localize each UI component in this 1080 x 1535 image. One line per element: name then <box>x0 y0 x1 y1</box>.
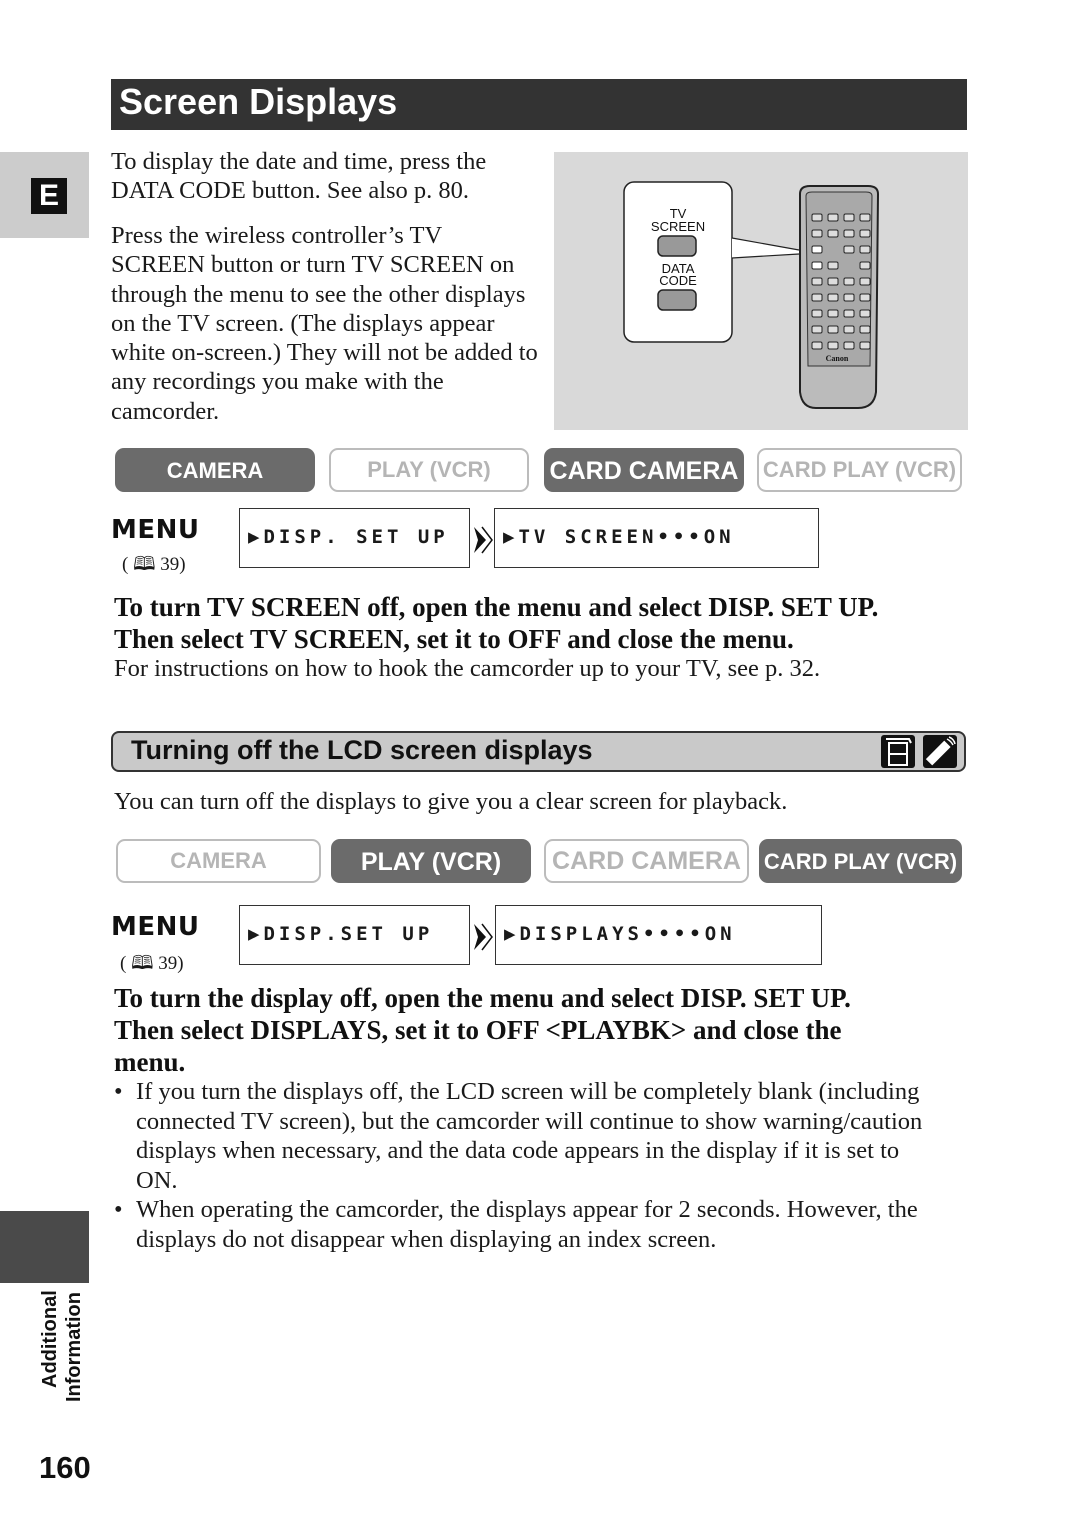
mode-row-2: CAMERA PLAY (VCR) CARD CAMERA CARD PLAY … <box>115 839 963 887</box>
remote-button <box>859 293 871 302</box>
double-chevron-icon <box>474 923 493 951</box>
remote-button <box>843 277 855 286</box>
mode-row-1: CAMERA PLAY (VCR) CARD CAMERA CARD PLAY … <box>115 448 963 496</box>
note-item: If you turn the displays off, the LCD sc… <box>114 1077 934 1195</box>
remote-button <box>859 245 871 254</box>
book-icon: 🕮 <box>133 554 156 575</box>
page-title: Screen Displays <box>119 81 398 122</box>
remote-button <box>811 309 823 318</box>
remote-button <box>827 325 839 334</box>
mode-camera: CAMERA <box>115 448 315 492</box>
remote-button <box>827 261 839 270</box>
menu-page-ref: ( 🕮 39) <box>122 554 186 575</box>
instruction-tv-screen-off: To turn TV SCREEN off, open the menu and… <box>114 592 879 654</box>
remote-button <box>843 229 855 238</box>
remote-button <box>859 277 871 286</box>
mode-card-camera: CARD CAMERA <box>544 448 744 492</box>
menu-step-displays: ▶DISPLAYS••••ON <box>495 905 822 965</box>
intro-paragraph-2: Press the wireless controller’s TV SCREE… <box>111 222 538 425</box>
chapter-label: Additional Information <box>36 1290 92 1405</box>
mode-play-vcr: PLAY (VCR) <box>331 839 531 883</box>
chapter-label-line1: Additional <box>39 1290 61 1388</box>
remote-button <box>811 341 823 350</box>
language-tab-label: E <box>31 178 67 214</box>
mode-play-vcr: PLAY (VCR) <box>329 448 529 492</box>
data-code-button-graphic <box>657 289 697 311</box>
remote-button <box>811 261 823 270</box>
menu-step-tv-screen: ▶TV SCREEN•••ON <box>494 508 819 568</box>
data-code-label-2: CODE <box>659 273 697 288</box>
remote-button <box>827 213 839 222</box>
remote-button <box>859 325 871 334</box>
remote-button <box>827 277 839 286</box>
remote-button <box>827 229 839 238</box>
remote-brand: Canon <box>826 354 849 363</box>
mode-camera: CAMERA <box>116 839 321 883</box>
remote-button <box>843 213 855 222</box>
remote-button <box>827 341 839 350</box>
menu-page-ref: ( 🕮 39) <box>120 953 184 974</box>
menu-label: MENU <box>111 515 200 545</box>
mode-card-play-vcr: CARD PLAY (VCR) <box>757 448 962 492</box>
menu-step-disp-set-up: ▶DISP. SET UP <box>239 508 470 568</box>
double-chevron-icon <box>474 526 493 554</box>
menu-step-disp-set-up: ▶DISP.SET UP <box>239 905 470 965</box>
chapter-label-line2: Information <box>63 1292 85 1402</box>
chapter-tab-block <box>0 1211 89 1283</box>
remote-button <box>827 309 839 318</box>
note-item: When operating the camcorder, the displa… <box>114 1195 934 1254</box>
tv-screen-button-graphic <box>657 235 697 257</box>
remote-button <box>859 261 871 270</box>
remote-button <box>811 293 823 302</box>
remote-button <box>859 229 871 238</box>
page-number: 160 <box>39 1450 91 1485</box>
camcorder-icon <box>881 735 915 768</box>
page-title-bar: Screen Displays <box>111 79 967 130</box>
remote-button <box>843 325 855 334</box>
remote-button <box>827 293 839 302</box>
remote-button <box>811 213 823 222</box>
remote-button <box>859 213 871 222</box>
remote-button <box>811 277 823 286</box>
remote-button <box>843 309 855 318</box>
menu-label: MENU <box>111 912 200 942</box>
remote-button <box>859 341 871 350</box>
mode-card-camera: CARD CAMERA <box>544 839 749 883</box>
remote-button <box>843 341 855 350</box>
remote-button <box>811 229 823 238</box>
section-heading-bar: Turning off the LCD screen displays <box>111 731 966 772</box>
book-icon: 🕮 <box>131 953 154 974</box>
wireless-controller-icon <box>923 735 957 768</box>
instruction-note: For instructions on how to hook the camc… <box>114 655 821 682</box>
remote-button <box>811 325 823 334</box>
remote-button <box>859 309 871 318</box>
notes-list: If you turn the displays off, the LCD sc… <box>114 1077 934 1254</box>
remote-button <box>811 245 823 254</box>
remote-button <box>843 293 855 302</box>
tv-screen-label-2: SCREEN <box>651 219 705 234</box>
remote-illustration: TV SCREEN DATA CODE Canon <box>554 152 968 430</box>
intro-paragraph-1: To display the date and time, press the … <box>111 148 487 205</box>
remote-button <box>843 245 855 254</box>
instruction-display-off: To turn the display off, open the menu a… <box>114 983 851 1077</box>
remote-controller-icon: TV SCREEN DATA CODE Canon <box>623 181 880 409</box>
section-heading: Turning off the LCD screen displays <box>131 735 593 765</box>
language-tab: E <box>0 152 89 238</box>
section2-intro: You can turn off the displays to give yo… <box>114 788 788 815</box>
mode-card-play-vcr: CARD PLAY (VCR) <box>759 839 962 883</box>
